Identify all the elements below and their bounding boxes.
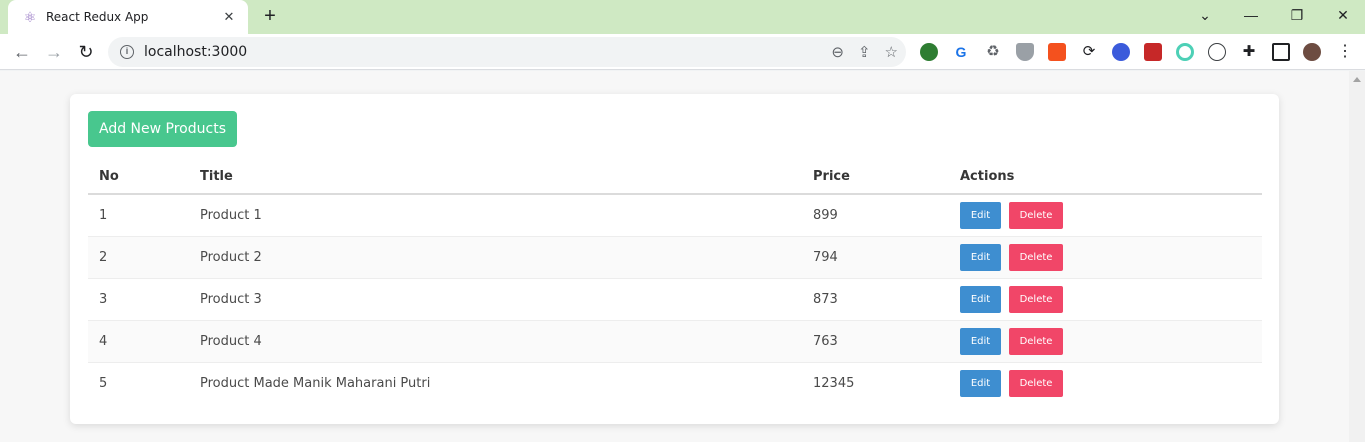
side-panel-icon[interactable] (1272, 43, 1290, 61)
products-card: Add New Products No Title Price Actions … (70, 94, 1279, 424)
delete-button[interactable]: Delete (1009, 369, 1063, 397)
row-title: Product 1 (189, 194, 802, 237)
browser-toolbar: ← → ↻ i localhost:3000 ⊖ ⇪ ☆ G ♻ ⟳ ✚ ⋮ (0, 34, 1365, 70)
address-bar[interactable]: i localhost:3000 ⊖ ⇪ ☆ (108, 37, 906, 67)
table-row: 1 Product 1 899 Edit Delete (88, 194, 1262, 237)
minimize-icon[interactable]: — (1228, 0, 1274, 30)
tab-search-icon[interactable]: ⌄ (1182, 0, 1228, 30)
restore-icon[interactable]: ❐ (1274, 0, 1320, 30)
row-no: 1 (88, 194, 189, 237)
vertical-scrollbar[interactable] (1349, 71, 1365, 442)
table-row: 3 Product 3 873 Edit Delete (88, 278, 1262, 321)
row-actions: Edit Delete (949, 236, 1262, 279)
row-actions: Edit Delete (949, 362, 1262, 404)
table-header-row: No Title Price Actions (88, 156, 1262, 195)
close-window-icon[interactable]: ✕ (1320, 0, 1365, 30)
row-title: Product 4 (189, 320, 802, 363)
share-icon[interactable]: ⇪ (858, 43, 871, 61)
tab-title: React Redux App (46, 10, 149, 24)
close-tab-icon[interactable]: ✕ (220, 9, 238, 25)
back-icon[interactable]: ← (10, 40, 34, 64)
edit-button[interactable]: Edit (960, 327, 1001, 355)
react-favicon-icon: ⚛ (23, 9, 37, 25)
column-header-no: No (88, 156, 189, 195)
row-title: Product Made Manik Maharani Putri (200, 375, 431, 391)
delete-button[interactable]: Delete (1009, 243, 1063, 271)
tab-strip: ⚛ React Redux App ✕ + ⌄ — ❐ ✕ (0, 0, 1365, 34)
products-table: No Title Price Actions 1 Product 1 899 E… (88, 156, 1262, 404)
address-url[interactable]: localhost:3000 (144, 44, 247, 60)
recycle-extension-icon[interactable]: ♻ (984, 43, 1002, 61)
delete-button[interactable]: Delete (1009, 201, 1063, 229)
code-extension-icon[interactable] (1208, 43, 1226, 61)
row-no: 5 (99, 375, 108, 391)
site-info-icon[interactable]: i (120, 45, 134, 59)
sync-extension-icon[interactable]: ⟳ (1080, 43, 1098, 61)
table-row: 2 Product 2 794 Edit Delete (88, 236, 1262, 279)
row-price: 899 (802, 194, 949, 237)
delete-button[interactable]: Delete (1009, 327, 1063, 355)
forward-icon[interactable]: → (42, 40, 66, 64)
row-no: 2 (88, 236, 189, 279)
circle-extension-icon[interactable] (1176, 43, 1194, 61)
edit-button[interactable]: Edit (960, 201, 1001, 229)
scroll-up-arrow-icon[interactable] (1353, 77, 1361, 82)
browser-tab[interactable]: ⚛ React Redux App ✕ (8, 0, 248, 34)
row-no: 4 (88, 320, 189, 363)
row-no: 3 (88, 278, 189, 321)
row-title: Product 3 (189, 278, 802, 321)
row-price: 763 (802, 320, 949, 363)
add-new-products-button[interactable]: Add New Products (88, 111, 237, 147)
column-header-price: Price (802, 156, 949, 195)
row-actions: Edit Delete (949, 320, 1262, 363)
edit-button[interactable]: Edit (960, 369, 1001, 397)
pdf-extension-icon[interactable] (1144, 43, 1162, 61)
grammar-extension-icon[interactable]: G (952, 43, 970, 61)
zoom-icon[interactable]: ⊖ (831, 43, 844, 61)
menu-kebab-icon[interactable]: ⋮ (1336, 43, 1354, 61)
row-price: 873 (802, 278, 949, 321)
extension-globe-icon[interactable] (920, 43, 938, 61)
edit-button[interactable]: Edit (960, 285, 1001, 313)
row-price: 794 (802, 236, 949, 279)
column-header-actions: Actions (949, 156, 1262, 195)
firefox-extension-icon[interactable] (1112, 43, 1130, 61)
percent-extension-icon[interactable] (1048, 43, 1066, 61)
edit-button[interactable]: Edit (960, 243, 1001, 271)
table-row: 4 Product 4 763 Edit Delete (88, 320, 1262, 363)
new-tab-icon[interactable]: + (260, 6, 280, 26)
row-actions: Edit Delete (949, 194, 1262, 237)
column-header-title: Title (189, 156, 802, 195)
bookmark-star-icon[interactable]: ☆ (885, 43, 898, 61)
profile-avatar[interactable] (1303, 43, 1321, 61)
row-title: Product 2 (189, 236, 802, 279)
puzzle-extensions-icon[interactable]: ✚ (1240, 43, 1258, 61)
row-actions: Edit Delete (949, 278, 1262, 321)
reload-icon[interactable]: ↻ (74, 40, 98, 64)
row-price: 12345 (813, 375, 855, 391)
table-row: 5 Product Made Manik Maharani Putri 1234… (88, 362, 1262, 404)
delete-button[interactable]: Delete (1009, 285, 1063, 313)
page-viewport: Add New Products No Title Price Actions … (0, 71, 1349, 442)
shield-extension-icon[interactable] (1016, 43, 1034, 61)
